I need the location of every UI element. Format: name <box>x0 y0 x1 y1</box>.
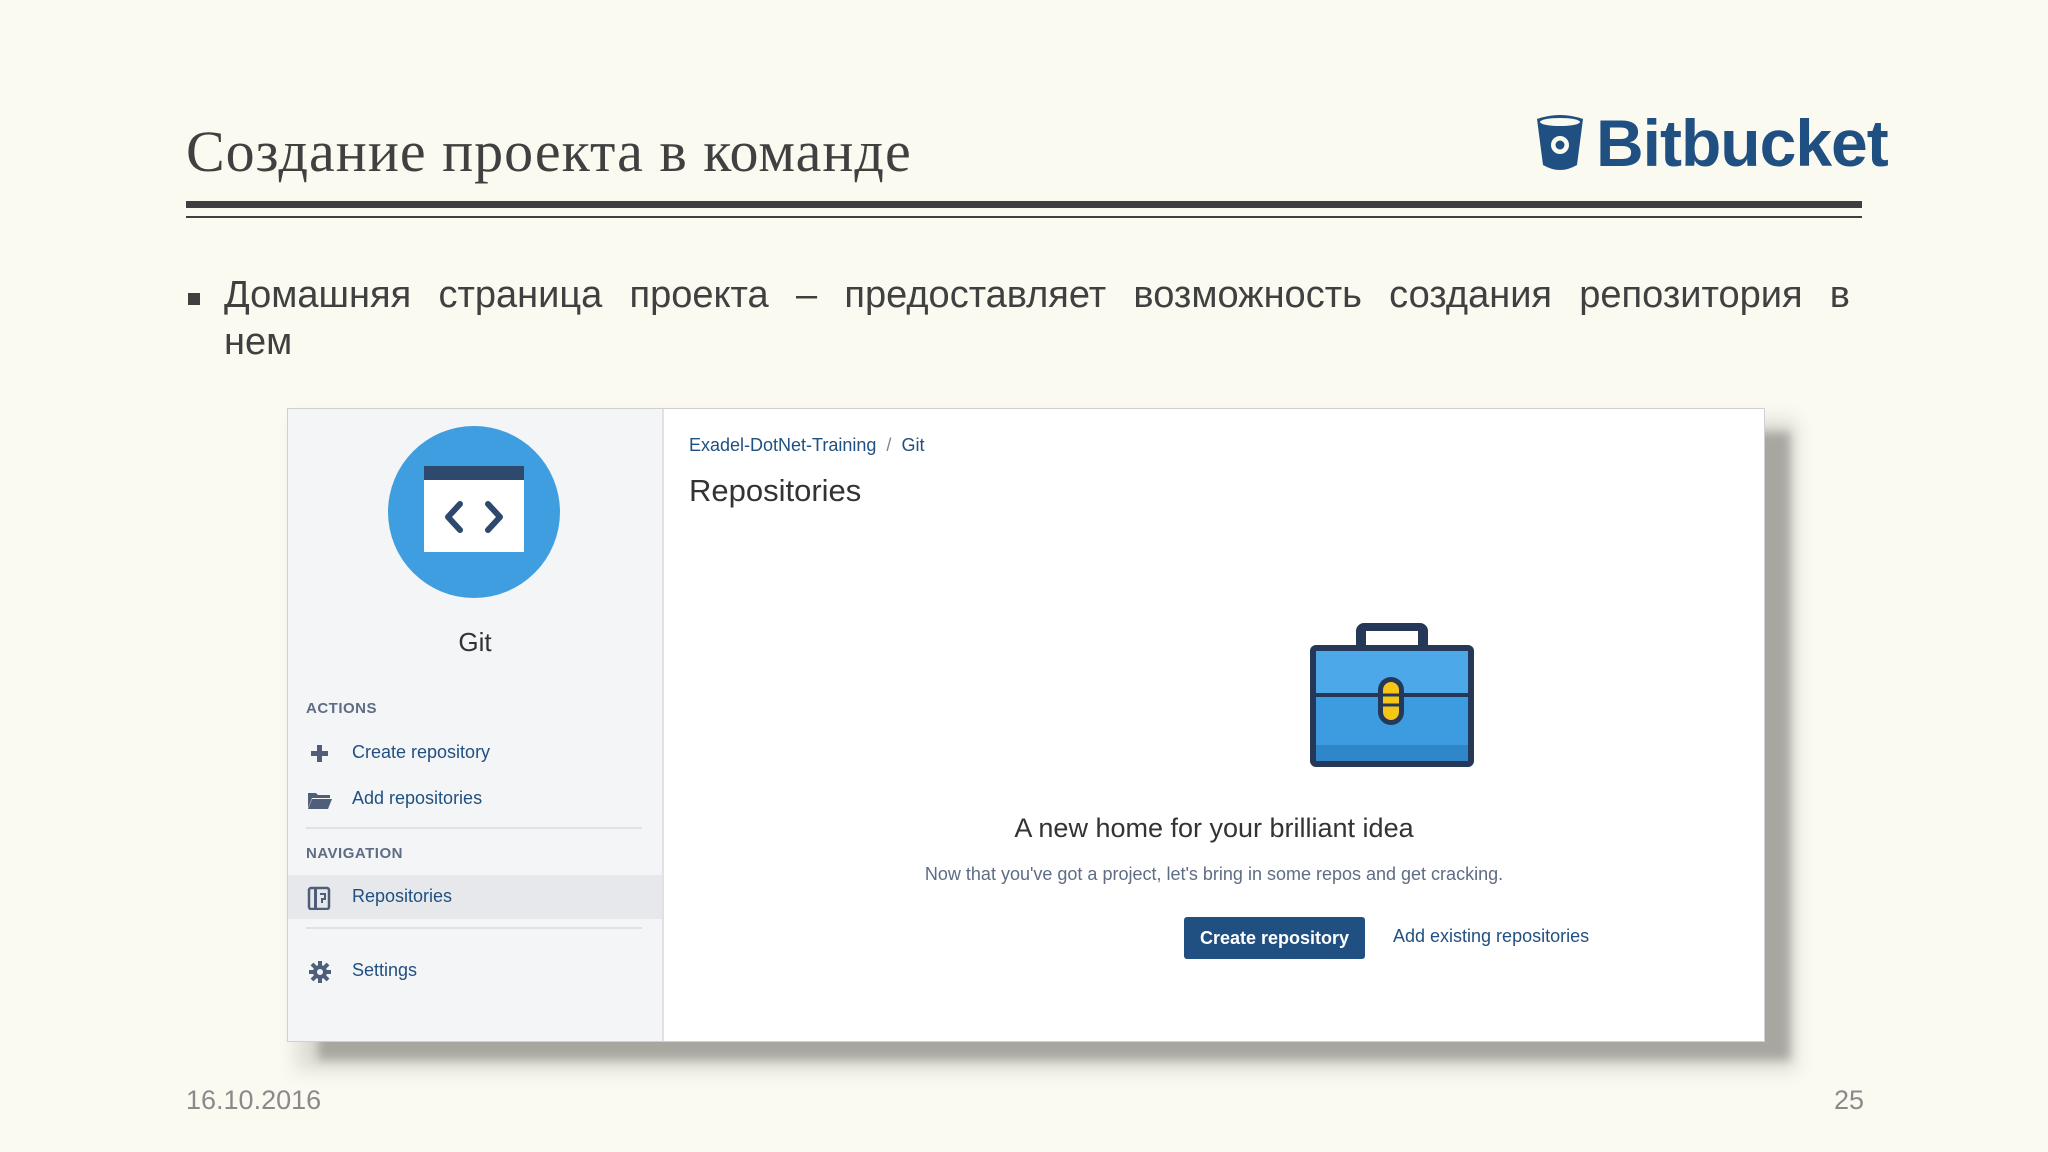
nav-settings-label: Settings <box>352 960 418 980</box>
bitbucket-logo: Bitbucket <box>1534 106 1889 180</box>
empty-state-description: Now that you've got a project, let's bri… <box>924 864 1504 884</box>
repository-icon <box>307 886 331 910</box>
page-title: Repositories <box>689 473 862 508</box>
breadcrumb-project[interactable]: Git <box>901 435 924 455</box>
project-name: Git <box>458 627 492 657</box>
sidebar-divider <box>306 927 642 929</box>
navigation-heading: NAVIGATION <box>306 845 403 862</box>
bullet-marker <box>188 293 200 305</box>
project-sidebar: Git ACTIONS Create repository Add reposi… <box>288 409 664 1041</box>
gear-icon <box>309 961 331 983</box>
nav-repositories[interactable]: Repositories <box>288 875 662 919</box>
action-add-repositories-label: Add repositories <box>352 788 483 808</box>
title-rule-thick <box>186 201 1862 208</box>
action-create-repository[interactable]: Create repository <box>288 731 662 775</box>
add-existing-repositories-link[interactable]: Add existing repositories <box>1393 926 1589 947</box>
bullet-text: Домашняя страница проекта – предоставляе… <box>224 274 1850 363</box>
title-rule-thin <box>186 216 1862 218</box>
plus-icon <box>311 745 328 762</box>
briefcase-icon <box>1310 623 1474 767</box>
breadcrumb-team[interactable]: Exadel-DotNet-Training <box>689 435 876 455</box>
bitbucket-logo-text: Bitbucket <box>1596 106 1889 180</box>
empty-state-heading: A new home for your brilliant idea <box>1014 813 1414 843</box>
create-repository-button[interactable]: Create repository <box>1184 917 1366 959</box>
project-avatar[interactable] <box>388 426 560 598</box>
bitbucket-bucket-icon <box>1537 115 1583 170</box>
nav-settings[interactable]: Settings <box>288 949 662 993</box>
slide-title: Создание проекта в команде <box>186 119 912 184</box>
actions-heading: ACTIONS <box>306 700 377 717</box>
bitbucket-screenshot: Git ACTIONS Create repository Add reposi… <box>287 408 1765 1042</box>
breadcrumb: Exadel-DotNet-Training / Git <box>689 435 924 456</box>
breadcrumb-separator: / <box>886 435 892 455</box>
nav-repositories-label: Repositories <box>352 886 453 906</box>
code-folder-icon <box>424 466 524 552</box>
folder-open-icon <box>308 793 332 809</box>
action-add-repositories[interactable]: Add repositories <box>288 777 662 821</box>
slide-date: 16.10.2016 <box>186 1085 322 1115</box>
sidebar-divider <box>306 827 642 829</box>
action-create-repository-label: Create repository <box>352 742 491 762</box>
slide-page-number: 25 <box>1834 1085 1865 1115</box>
